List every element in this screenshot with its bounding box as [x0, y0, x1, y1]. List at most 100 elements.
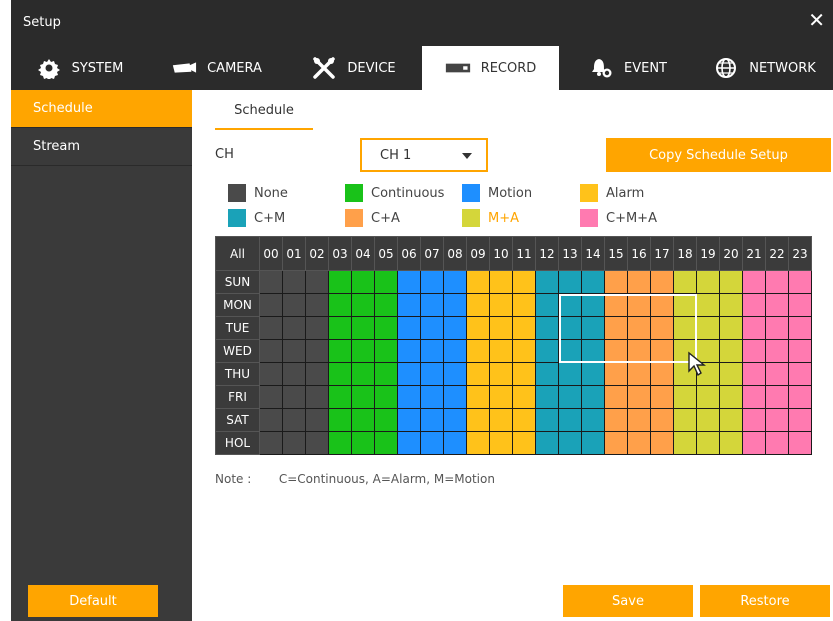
schedule-cell[interactable] [351, 385, 375, 409]
schedule-cell[interactable] [420, 339, 444, 363]
schedule-cell[interactable] [305, 316, 329, 340]
schedule-cell[interactable] [650, 431, 674, 455]
hour-header-08[interactable]: 08 [443, 236, 467, 271]
hour-header-13[interactable]: 13 [558, 236, 582, 271]
schedule-cell[interactable] [558, 270, 582, 294]
schedule-cell[interactable] [374, 339, 398, 363]
schedule-cell[interactable] [328, 385, 352, 409]
sidebar-item-schedule[interactable]: Schedule [11, 90, 192, 128]
select-all-button[interactable]: All [215, 236, 260, 271]
schedule-cell[interactable] [627, 293, 651, 317]
schedule-cell[interactable] [443, 316, 467, 340]
schedule-cell[interactable] [535, 385, 559, 409]
schedule-cell[interactable] [466, 316, 490, 340]
schedule-cell[interactable] [673, 408, 697, 432]
hour-header-14[interactable]: 14 [581, 236, 605, 271]
schedule-cell[interactable] [512, 293, 536, 317]
hour-header-03[interactable]: 03 [328, 236, 352, 271]
schedule-cell[interactable] [282, 408, 306, 432]
schedule-cell[interactable] [604, 408, 628, 432]
schedule-cell[interactable] [788, 339, 812, 363]
schedule-cell[interactable] [558, 408, 582, 432]
schedule-cell[interactable] [604, 431, 628, 455]
schedule-cell[interactable] [788, 385, 812, 409]
tab-record[interactable]: RECORD [422, 46, 559, 90]
schedule-cell[interactable] [627, 270, 651, 294]
schedule-cell[interactable] [788, 362, 812, 386]
schedule-cell[interactable] [535, 362, 559, 386]
schedule-cell[interactable] [374, 270, 398, 294]
schedule-cell[interactable] [650, 339, 674, 363]
schedule-cell[interactable] [581, 293, 605, 317]
schedule-cell[interactable] [282, 362, 306, 386]
schedule-cell[interactable] [719, 362, 743, 386]
schedule-cell[interactable] [328, 293, 352, 317]
schedule-cell[interactable] [282, 339, 306, 363]
schedule-cell[interactable] [328, 270, 352, 294]
schedule-cell[interactable] [765, 293, 789, 317]
schedule-cell[interactable] [420, 270, 444, 294]
hour-header-11[interactable]: 11 [512, 236, 536, 271]
hour-header-00[interactable]: 00 [259, 236, 283, 271]
schedule-cell[interactable] [742, 385, 766, 409]
hour-header-20[interactable]: 20 [719, 236, 743, 271]
schedule-cell[interactable] [765, 339, 789, 363]
schedule-cell[interactable] [351, 316, 375, 340]
schedule-cell[interactable] [696, 270, 720, 294]
schedule-cell[interactable] [788, 408, 812, 432]
schedule-cell[interactable] [466, 431, 490, 455]
hour-header-19[interactable]: 19 [696, 236, 720, 271]
schedule-cell[interactable] [696, 385, 720, 409]
hour-header-23[interactable]: 23 [788, 236, 812, 271]
schedule-cell[interactable] [765, 362, 789, 386]
schedule-cell[interactable] [650, 316, 674, 340]
schedule-cell[interactable] [719, 270, 743, 294]
schedule-cell[interactable] [466, 408, 490, 432]
schedule-cell[interactable] [489, 362, 513, 386]
schedule-cell[interactable] [420, 316, 444, 340]
schedule-cell[interactable] [650, 362, 674, 386]
schedule-cell[interactable] [305, 270, 329, 294]
schedule-cell[interactable] [512, 339, 536, 363]
schedule-cell[interactable] [443, 293, 467, 317]
schedule-cell[interactable] [627, 339, 651, 363]
schedule-cell[interactable] [259, 362, 283, 386]
schedule-cell[interactable] [512, 385, 536, 409]
hour-header-06[interactable]: 06 [397, 236, 421, 271]
schedule-cell[interactable] [512, 431, 536, 455]
schedule-cell[interactable] [673, 431, 697, 455]
schedule-cell[interactable] [627, 385, 651, 409]
schedule-cell[interactable] [466, 339, 490, 363]
schedule-cell[interactable] [466, 293, 490, 317]
schedule-cell[interactable] [328, 316, 352, 340]
schedule-cell[interactable] [489, 270, 513, 294]
schedule-cell[interactable] [328, 362, 352, 386]
schedule-cell[interactable] [742, 431, 766, 455]
schedule-cell[interactable] [765, 408, 789, 432]
schedule-cell[interactable] [604, 270, 628, 294]
schedule-cell[interactable] [581, 316, 605, 340]
schedule-cell[interactable] [259, 293, 283, 317]
schedule-cell[interactable] [535, 293, 559, 317]
schedule-cell[interactable] [788, 431, 812, 455]
schedule-cell[interactable] [374, 293, 398, 317]
schedule-cell[interactable] [604, 385, 628, 409]
schedule-cell[interactable] [466, 385, 490, 409]
schedule-cell[interactable] [581, 339, 605, 363]
schedule-cell[interactable] [443, 270, 467, 294]
schedule-cell[interactable] [489, 339, 513, 363]
schedule-cell[interactable] [443, 431, 467, 455]
schedule-cell[interactable] [673, 385, 697, 409]
schedule-cell[interactable] [581, 385, 605, 409]
schedule-cell[interactable] [374, 408, 398, 432]
schedule-cell[interactable] [627, 316, 651, 340]
hour-header-16[interactable]: 16 [627, 236, 651, 271]
schedule-cell[interactable] [397, 270, 421, 294]
schedule-cell[interactable] [259, 270, 283, 294]
schedule-cell[interactable] [788, 270, 812, 294]
day-label-fri[interactable]: FRI [215, 385, 260, 409]
schedule-cell[interactable] [374, 316, 398, 340]
schedule-cell[interactable] [397, 293, 421, 317]
schedule-cell[interactable] [305, 385, 329, 409]
schedule-cell[interactable] [512, 362, 536, 386]
